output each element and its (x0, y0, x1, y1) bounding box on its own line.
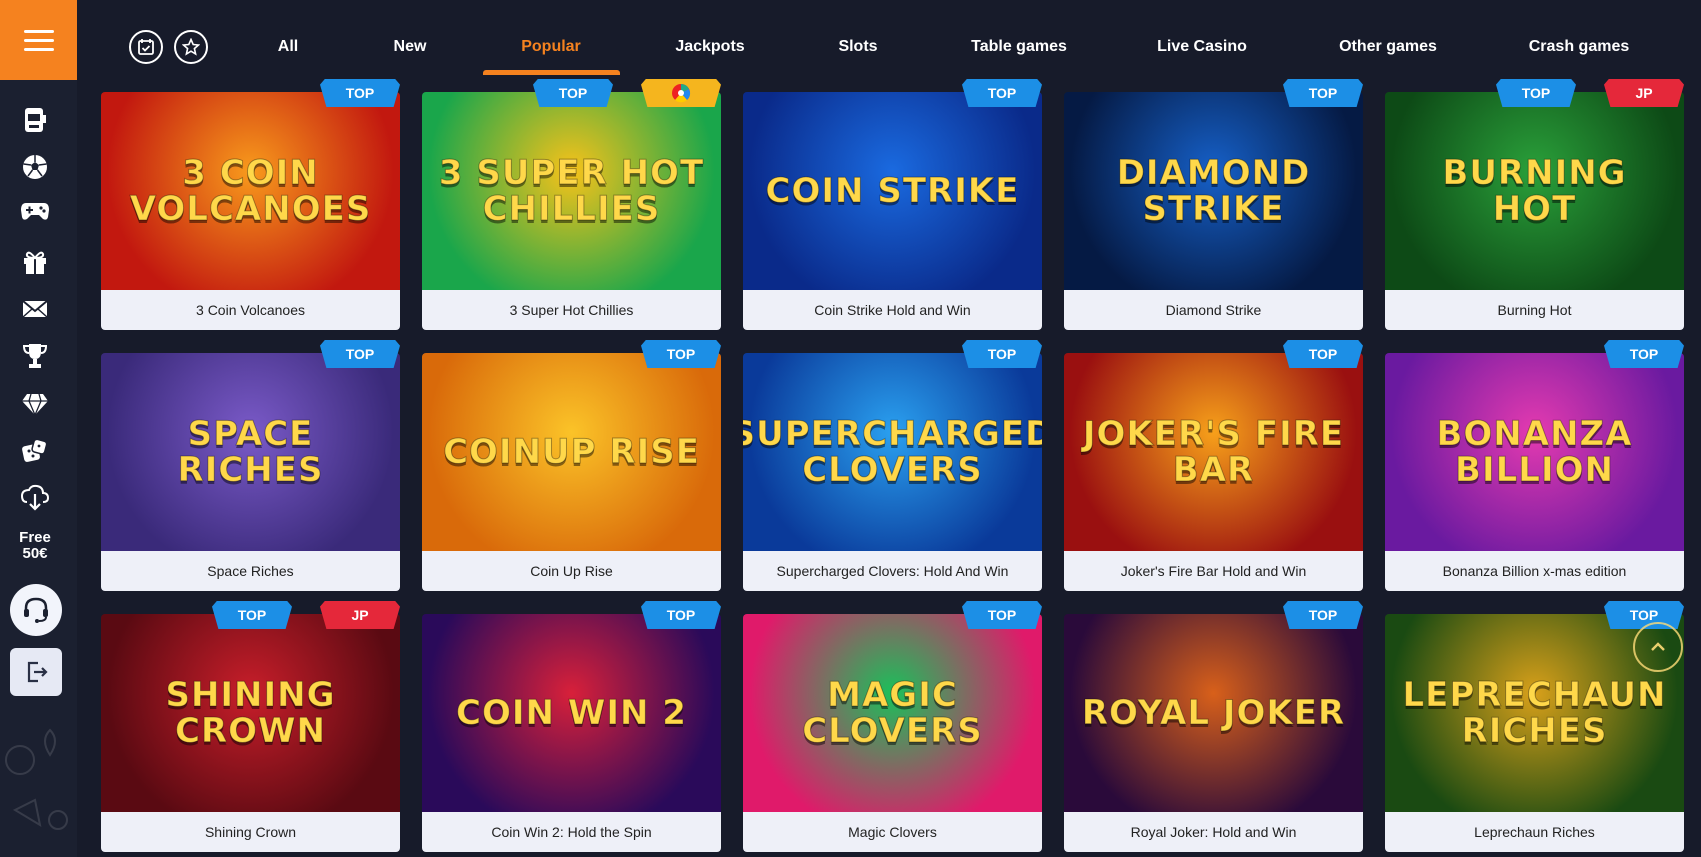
game-logo-art: MAGIC CLOVERS (802, 675, 983, 751)
game-card[interactable]: SUPERCHARGED CLOVERS Supercharged Clovers… (743, 353, 1042, 591)
game-logo-art: BONANZA BILLION (1436, 414, 1633, 490)
scroll-top-button[interactable] (1633, 622, 1683, 672)
game-title[interactable]: Burning Hot (1385, 290, 1684, 330)
game-logo-art: 3 SUPER HOT CHILLIES (438, 153, 705, 229)
game-logo-art: COIN WIN 2 (456, 693, 687, 733)
game-thumbnail[interactable]: MAGIC CLOVERS (743, 614, 1042, 812)
game-logo-art: ROYAL JOKER (1081, 693, 1346, 733)
game-card[interactable]: COIN WIN 2 Coin Win 2: Hold the Spin (422, 614, 721, 852)
game-logo-art: BURNING HOT (1442, 153, 1627, 229)
jackpot-badge: JP (1604, 79, 1684, 107)
game-thumbnail[interactable]: BURNING HOT (1385, 92, 1684, 290)
game-title[interactable]: Coin Up Rise (422, 551, 721, 591)
game-logo-art: SPACE RICHES (177, 414, 324, 490)
top-badge: TOP (212, 601, 292, 629)
game-card[interactable]: COINUP RISE Coin Up Rise (422, 353, 721, 591)
game-card[interactable]: BURNING HOT Burning Hot (1385, 92, 1684, 330)
game-logo-art: SUPERCHARGED CLOVERS (743, 414, 1042, 490)
game-thumbnail[interactable]: SUPERCHARGED CLOVERS (743, 353, 1042, 551)
top-badge: TOP (533, 79, 613, 107)
games-grid: 3 COIN VOLCANOES 3 Coin Volcanoes TOP 3 SUP… (0, 0, 1701, 857)
game-logo-art: LEPRECHAUN RICHES (1402, 675, 1667, 751)
game-logo-art: SHINING CROWN (165, 675, 336, 751)
game-card[interactable]: SPACE RICHES Space Riches (101, 353, 400, 591)
top-badge: TOP (1496, 79, 1576, 107)
game-title[interactable]: Leprechaun Riches (1385, 812, 1684, 852)
game-title[interactable]: Bonanza Billion x-mas edition (1385, 551, 1684, 591)
game-thumbnail[interactable]: SHINING CROWN (101, 614, 400, 812)
game-card[interactable]: ROYAL JOKER Royal Joker: Hold and Win (1064, 614, 1363, 852)
game-title[interactable]: Shining Crown (101, 812, 400, 852)
game-card[interactable]: 3 SUPER HOT CHILLIES 3 Super Hot Chillies (422, 92, 721, 330)
chevron-up-icon (1651, 642, 1665, 651)
top-badge: TOP (962, 79, 1042, 107)
game-title[interactable]: Coin Win 2: Hold the Spin (422, 812, 721, 852)
game-thumbnail[interactable]: 3 SUPER HOT CHILLIES (422, 92, 721, 290)
game-logo-art: JOKER'S FIRE BAR (1082, 414, 1345, 490)
game-logo-art: COINUP RISE (443, 432, 700, 472)
game-thumbnail[interactable]: COIN WIN 2 (422, 614, 721, 812)
game-thumbnail[interactable]: SPACE RICHES (101, 353, 400, 551)
jackpot-badge: JP (320, 601, 400, 629)
game-card[interactable]: COIN STRIKE Coin Strike Hold and Win (743, 92, 1042, 330)
game-thumbnail[interactable]: BONANZA BILLION (1385, 353, 1684, 551)
game-title[interactable]: Joker's Fire Bar Hold and Win (1064, 551, 1363, 591)
game-title[interactable]: 3 Super Hot Chillies (422, 290, 721, 330)
game-title[interactable]: 3 Coin Volcanoes (101, 290, 400, 330)
game-title[interactable]: Magic Clovers (743, 812, 1042, 852)
game-thumbnail[interactable]: JOKER'S FIRE BAR (1064, 353, 1363, 551)
top-badge: TOP (1604, 340, 1684, 368)
game-logo-art: COIN STRIKE (765, 171, 1020, 211)
wheel-badge (641, 79, 721, 107)
top-badge: TOP (1283, 340, 1363, 368)
game-card[interactable]: SHINING CROWN Shining Crown (101, 614, 400, 852)
top-badge: TOP (641, 340, 721, 368)
game-title[interactable]: Royal Joker: Hold and Win (1064, 812, 1363, 852)
top-badge: TOP (962, 601, 1042, 629)
top-badge: TOP (320, 79, 400, 107)
game-card[interactable]: 3 COIN VOLCANOES 3 Coin Volcanoes (101, 92, 400, 330)
top-badge: TOP (1283, 79, 1363, 107)
game-card[interactable]: DIAMOND STRIKE Diamond Strike (1064, 92, 1363, 330)
game-thumbnail[interactable]: DIAMOND STRIKE (1064, 92, 1363, 290)
color-wheel-icon (672, 84, 691, 103)
top-badge: TOP (641, 601, 721, 629)
game-thumbnail[interactable]: ROYAL JOKER (1064, 614, 1363, 812)
game-card[interactable]: MAGIC CLOVERS Magic Clovers (743, 614, 1042, 852)
game-card[interactable]: BONANZA BILLION Bonanza Billion x-mas edi… (1385, 353, 1684, 591)
game-logo-art: 3 COIN VOLCANOES (129, 153, 372, 229)
game-thumbnail[interactable]: COINUP RISE (422, 353, 721, 551)
game-title[interactable]: Space Riches (101, 551, 400, 591)
top-badge: TOP (1283, 601, 1363, 629)
game-logo-art: DIAMOND STRIKE (1116, 153, 1311, 229)
game-title[interactable]: Supercharged Clovers: Hold And Win (743, 551, 1042, 591)
game-card[interactable]: JOKER'S FIRE BAR Joker's Fire Bar Hold an… (1064, 353, 1363, 591)
game-thumbnail[interactable]: 3 COIN VOLCANOES (101, 92, 400, 290)
top-badge: TOP (962, 340, 1042, 368)
game-thumbnail[interactable]: COIN STRIKE (743, 92, 1042, 290)
game-title[interactable]: Coin Strike Hold and Win (743, 290, 1042, 330)
top-badge: TOP (320, 340, 400, 368)
game-title[interactable]: Diamond Strike (1064, 290, 1363, 330)
